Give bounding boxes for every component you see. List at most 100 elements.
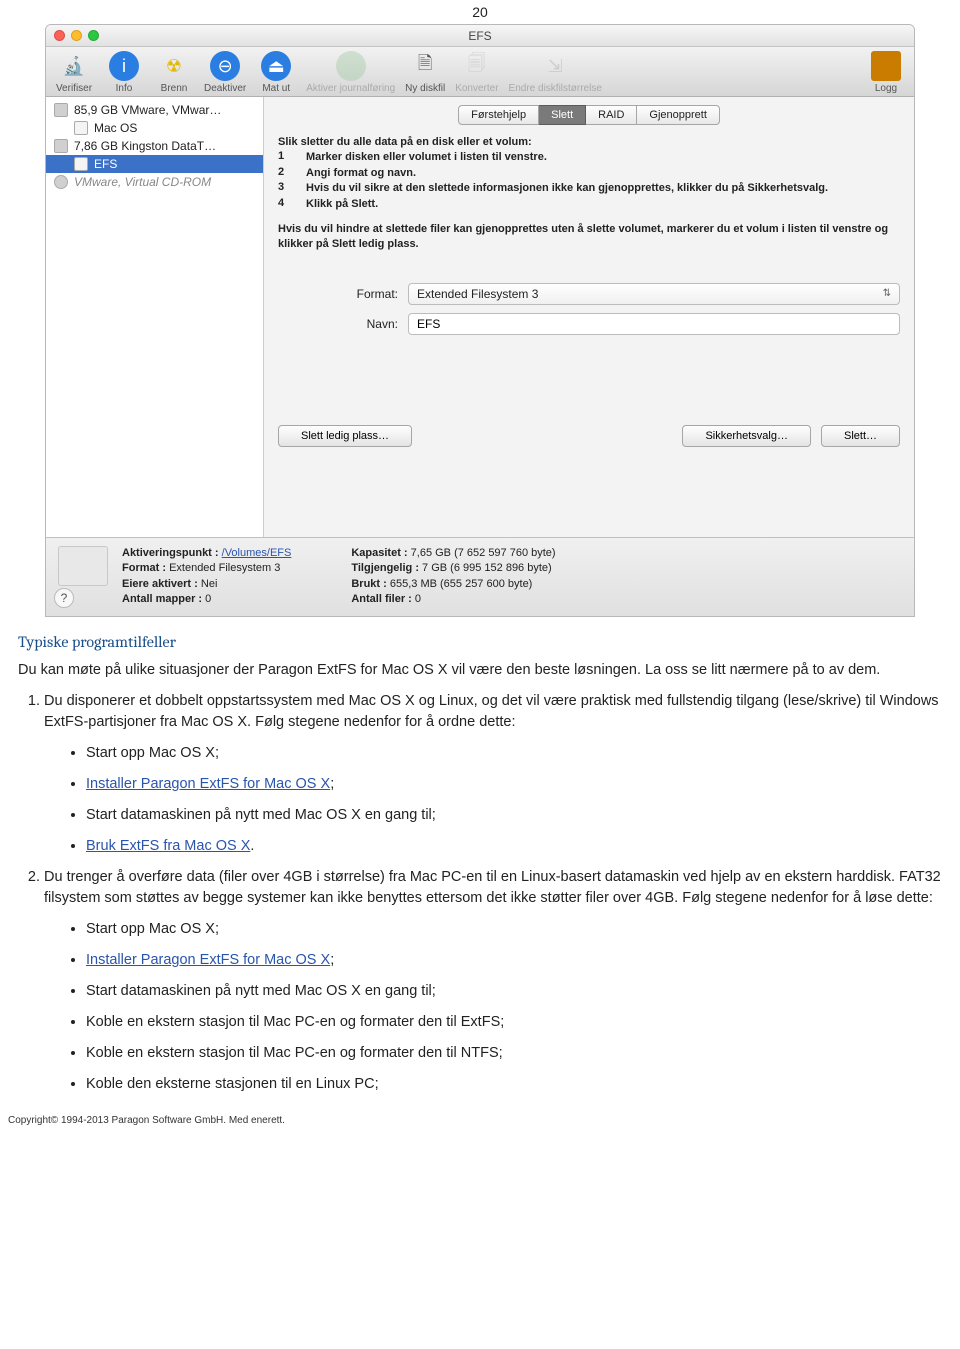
suffix: ; — [330, 952, 334, 968]
format-select[interactable]: Extended Filesystem 3 ⇅ — [408, 283, 900, 305]
bullet: Koble en ekstern stasjon til Mac PC-en o… — [86, 1043, 942, 1064]
burn-icon: ☢ — [159, 51, 189, 81]
lbl: Format : — [122, 562, 166, 574]
sidebar-label: Mac OS — [94, 121, 137, 135]
sidebar-label: EFS — [94, 157, 117, 171]
name-input[interactable] — [408, 313, 900, 335]
use-link[interactable]: Bruk ExtFS fra Mac OS X — [86, 838, 250, 854]
bullet: Start opp Mac OS X; — [86, 919, 942, 940]
title-bar: EFS — [46, 25, 914, 47]
section-heading: Typiske programtilfeller — [18, 631, 942, 654]
new-image-icon: 🗎 — [410, 51, 440, 81]
format-value: Extended Filesystem 3 — [417, 287, 538, 301]
toolbar-info[interactable]: i Info — [104, 51, 144, 94]
instructions-intro: Slik sletter du alle data på en disk ell… — [278, 135, 900, 150]
volume-large-icon — [58, 546, 108, 586]
toolbar-label: Verifiser — [56, 83, 92, 94]
bullet: Start datamaskinen på nytt med Mac OS X … — [86, 805, 942, 826]
info-icon: i — [109, 51, 139, 81]
sikkerhetsvalg-button[interactable]: Sikkerhetsvalg… — [682, 425, 811, 447]
step-num: 2 — [278, 166, 288, 181]
bullet: Koble en ekstern stasjon til Mac PC-en o… — [86, 1012, 942, 1033]
val: Nei — [201, 578, 218, 590]
sidebar-vol-efs[interactable]: EFS — [46, 155, 263, 173]
lbl: Antall filer : — [351, 593, 412, 605]
bullet: Start datamaskinen på nytt med Mac OS X … — [86, 981, 942, 1002]
slett-ledig-button[interactable]: Slett ledig plass… — [278, 425, 412, 447]
window-title: EFS — [46, 29, 914, 43]
toolbar-deaktiver[interactable]: ⊖ Deaktiver — [204, 51, 246, 94]
toolbar-label: Ny diskfil — [405, 83, 445, 94]
sidebar-disk-kingston[interactable]: 7,86 GB Kingston DataT… — [46, 137, 263, 155]
toolbar-label: Logg — [875, 83, 897, 94]
microscope-icon: 🔬 — [59, 51, 89, 81]
sidebar-label: VMware, Virtual CD-ROM — [74, 175, 211, 189]
chevron-updown-icon: ⇅ — [883, 288, 891, 299]
suffix: ; — [330, 776, 334, 792]
toolbar-label: Info — [116, 83, 133, 94]
help-button[interactable]: ? — [54, 588, 74, 608]
sidebar-cd-vmware[interactable]: VMware, Virtual CD-ROM — [46, 173, 263, 191]
install-link[interactable]: Installer Paragon ExtFS for Mac OS X — [86, 776, 330, 792]
bullet: Start opp Mac OS X; — [86, 743, 942, 764]
step-text: Angi format og navn. — [306, 166, 416, 181]
journal-icon — [336, 51, 366, 81]
unmount-icon: ⊖ — [210, 51, 240, 81]
intro-paragraph: Du kan møte på ulike situasjoner der Par… — [18, 660, 942, 681]
step-num: 3 — [278, 181, 288, 196]
toolbar-matut[interactable]: ⏏ Mat ut — [256, 51, 296, 94]
tab-gjenopprett[interactable]: Gjenopprett — [637, 105, 719, 125]
step-num: 4 — [278, 197, 288, 212]
lbl: Tilgjengelig : — [351, 562, 419, 574]
convert-icon: 🗐 — [462, 51, 492, 81]
val: 7 GB (6 995 152 896 byte) — [422, 562, 552, 574]
volume-icon — [74, 121, 88, 135]
li-text: Du disponerer et dobbelt oppstartssystem… — [44, 693, 939, 730]
instructions-note: Hvis du vil hindre at slettede filer kan… — [278, 222, 900, 253]
install-link[interactable]: Installer Paragon ExtFS for Mac OS X — [86, 952, 330, 968]
val: Extended Filesystem 3 — [169, 562, 280, 574]
name-label: Navn: — [278, 317, 408, 331]
toolbar-label: Aktiver journalføring — [306, 83, 395, 94]
val: 7,65 GB (7 652 597 760 byte) — [411, 547, 556, 559]
sidebar-disk-vmware[interactable]: 85,9 GB VMware, VMwar… — [46, 101, 263, 119]
sidebar-label: 7,86 GB Kingston DataT… — [74, 139, 216, 153]
val: 0 — [415, 593, 421, 605]
toolbar-verifiser[interactable]: 🔬 Verifiser — [54, 51, 94, 94]
mountpoint-link[interactable]: /Volumes/EFS — [222, 547, 292, 559]
toolbar-nydiskfil[interactable]: 🗎 Ny diskfil — [405, 51, 445, 94]
tab-forstehjelp[interactable]: Førstehjelp — [458, 105, 539, 125]
lbl: Brukt : — [351, 578, 386, 590]
lbl: Kapasitet : — [351, 547, 407, 559]
bullet: Koble den eksterne stasjonen til en Linu… — [86, 1074, 942, 1095]
sidebar-label: 85,9 GB VMware, VMwar… — [74, 103, 221, 117]
step-num: 1 — [278, 150, 288, 165]
disk-sidebar: 85,9 GB VMware, VMwar… Mac OS 7,86 GB Ki… — [46, 97, 264, 537]
suffix: . — [250, 838, 254, 854]
resize-icon: ⇲ — [540, 51, 570, 81]
li-text: Du trenger å overføre data (filer over 4… — [44, 869, 941, 906]
format-label: Format: — [278, 287, 408, 301]
toolbar: 🔬 Verifiser i Info ☢ Brenn ⊖ Deaktiver ⏏… — [46, 47, 914, 97]
disk-icon — [54, 103, 68, 117]
toolbar-label: Deaktiver — [204, 83, 246, 94]
list-item: Du trenger å overføre data (filer over 4… — [44, 867, 942, 1095]
lbl: Antall mapper : — [122, 593, 202, 605]
tab-slett[interactable]: Slett — [539, 105, 586, 125]
lbl: Eiere aktivert : — [122, 578, 198, 590]
lbl: Aktiveringspunkt : — [122, 547, 219, 559]
step-text: Marker disken eller volumet i listen til… — [306, 150, 547, 165]
step-text: Klikk på Slett. — [306, 197, 378, 212]
sidebar-vol-macos[interactable]: Mac OS — [46, 119, 263, 137]
toolbar-resize: ⇲ Endre diskfilstørrelse — [509, 51, 602, 94]
slett-button[interactable]: Slett… — [821, 425, 900, 447]
toolbar-logg[interactable]: Logg — [866, 51, 906, 94]
list-item: Du disponerer et dobbelt oppstartssystem… — [44, 691, 942, 857]
cd-icon — [54, 175, 68, 189]
disk-utility-window: EFS 🔬 Verifiser i Info ☢ Brenn ⊖ Deaktiv… — [45, 24, 915, 617]
main-panel: Førstehjelp Slett RAID Gjenopprett Slik … — [264, 97, 914, 537]
bullet: Installer Paragon ExtFS for Mac OS X; — [86, 950, 942, 971]
tab-raid[interactable]: RAID — [586, 105, 637, 125]
volume-icon — [74, 157, 88, 171]
toolbar-brenn[interactable]: ☢ Brenn — [154, 51, 194, 94]
